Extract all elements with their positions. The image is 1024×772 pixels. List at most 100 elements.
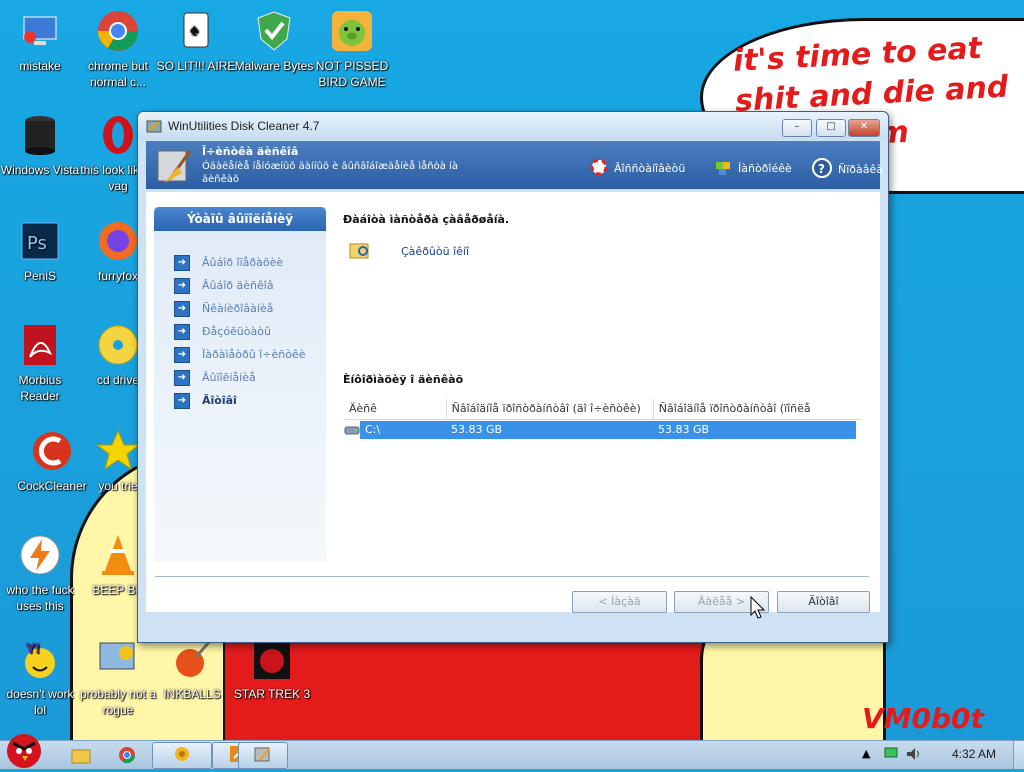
restore-link-label: Âîññòàíîâèòü <box>614 162 686 175</box>
puzzle-icon <box>714 158 732 179</box>
step-results[interactable]: ➜ Ðåçóëüòàòû <box>154 320 326 343</box>
angry-birds-start-icon[interactable] <box>0 729 48 772</box>
traffic-cone-icon <box>95 532 141 578</box>
taskbar-button-disk-cleaner[interactable] <box>238 742 288 769</box>
settings-link-label: Íàñòðîéêè <box>738 162 792 175</box>
desktop-icon-label: STAR TREK 3 <box>233 687 311 701</box>
step-label: Ïàðàìåòðû î÷èñòêè <box>202 348 306 361</box>
desktop-icon-chrome[interactable]: chrome but normal c... <box>78 8 158 90</box>
cell-free-after: 53.83 GB <box>653 421 856 439</box>
disk-cleaner-icon <box>254 745 272 766</box>
desktop-icon-malwarebytes[interactable]: Malware Bytes <box>234 8 314 74</box>
photoshop-icon: Ps <box>17 218 63 264</box>
close-button[interactable]: ✕ <box>848 119 880 137</box>
step-select-operation[interactable]: ➜ Âûáîð îïåðàöèè <box>154 251 326 274</box>
step-execute[interactable]: ➜ Âûïîëíåíèå <box>154 366 326 389</box>
desktop-icon-mistake[interactable]: mistake <box>0 8 80 74</box>
desktop-icon-label: Windows Vista <box>0 163 80 177</box>
yahoo-smiley-icon: Y! <box>17 636 63 682</box>
desktop-icon-yahoo[interactable]: Y! doesn't work lol <box>0 636 80 718</box>
desktop-icon-photoshop[interactable]: Ps PeniS <box>0 218 80 284</box>
step-select-disks[interactable]: ➜ Âûáîð äèñêîâ <box>154 274 326 297</box>
desktop-icon-label: SO LIT!!! AIRE <box>156 59 236 73</box>
taskbar: ▲ 4:32 AM <box>0 734 1024 769</box>
network-icon[interactable] <box>884 747 898 762</box>
desktop-icon-label: Malware Bytes <box>234 59 314 73</box>
step-label: Âûáîð îïåðàöèè <box>202 256 284 269</box>
table-row[interactable]: C:\ 53.83 GB 53.83 GB <box>344 421 861 439</box>
cell-drive: C:\ <box>360 421 446 439</box>
pig-icon <box>329 8 375 54</box>
arrow-right-icon: ➜ <box>174 300 190 317</box>
desktop-icon-label: probably not a rogue <box>79 687 157 717</box>
disk-info-label: Èíôîðìàöèÿ î äèñêàõ <box>343 373 464 386</box>
show-hidden-icons-button[interactable]: ▲ <box>862 747 870 760</box>
trash-bin-icon <box>17 112 63 158</box>
step-scan[interactable]: ➜ Ñêàíèðîâàíèå <box>154 297 326 320</box>
arrow-right-icon: ➜ <box>174 392 190 409</box>
window-title: WinUtilities Disk Cleaner 4.7 <box>168 119 320 133</box>
help-link[interactable]: ? Ñïðàâêà <box>812 158 883 181</box>
desktop-icon-rogue[interactable]: probably not a rogue <box>78 636 158 718</box>
maximize-button[interactable]: □ <box>816 119 846 137</box>
desktop-icon-windows-vista[interactable]: Windows Vista <box>0 112 80 178</box>
step-label: Âûáîð äèñêîâ <box>202 279 274 292</box>
settings-link[interactable]: Íàñòðîéêè <box>714 158 792 179</box>
volume-icon[interactable] <box>906 747 922 764</box>
desktop-icon-label: PeniS <box>23 269 57 283</box>
desktop-icon-who-uses-this[interactable]: who the fuck uses this <box>0 532 80 614</box>
ccleaner-icon <box>29 428 75 474</box>
arrow-right-icon: ➜ <box>174 369 190 386</box>
step-label: Ðåçóëüòàòû <box>202 325 271 338</box>
minimize-button[interactable]: – <box>782 119 812 137</box>
show-desktop-button[interactable] <box>1013 741 1024 769</box>
step-label: Âûïîëíåíèå <box>202 371 256 384</box>
column-header-free-after[interactable]: Ñâîáîäíîå ïðîñòðàíñòâî (ïîñëå î÷èñòêè) <box>654 399 861 435</box>
step-clean-params[interactable]: ➜ Ïàðàìåòðû î÷èñòêè <box>154 343 326 366</box>
finish-button[interactable]: Ãîòîâî <box>777 591 870 613</box>
drive-icon <box>344 422 360 439</box>
desktop-icon-solitaire[interactable]: ♠ SO LIT!!! AIRE <box>156 8 236 74</box>
footer-separator <box>155 576 869 577</box>
disk-cleaner-window: WinUtilities Disk Cleaner 4.7 – □ ✕ Î÷èñ… <box>137 111 889 643</box>
banner-subtitle: Óäàëåíèå íåíóæíûõ äàííûõ è âûñâîáîæäåíèå… <box>202 161 458 185</box>
arrow-right-icon: ➜ <box>174 346 190 363</box>
mouse-cursor-icon <box>750 595 766 623</box>
chrome-icon[interactable] <box>116 744 138 766</box>
banner-title: Î÷èñòêà äèñêîâ <box>202 145 299 158</box>
disk-broom-icon <box>156 145 196 188</box>
title-bar[interactable]: WinUtilities Disk Cleaner 4.7 – □ ✕ <box>138 112 888 140</box>
desktop-icon-label: mistake <box>19 59 61 73</box>
close-window-link[interactable]: Çàêðûòü îêíî <box>349 240 469 263</box>
back-button[interactable]: < Íàçàä <box>572 591 667 613</box>
chrome-icon <box>95 8 141 54</box>
arrow-right-icon: ➜ <box>174 277 190 294</box>
pdf-reader-icon <box>17 322 63 368</box>
desktop-icon-label: NOT PISSED BIRD GAME <box>315 59 389 89</box>
column-header-disk[interactable]: Äèñê <box>344 399 447 419</box>
explorer-icon[interactable] <box>70 744 92 766</box>
desktop-icon-morbius-reader[interactable]: Morbius Reader <box>0 322 80 404</box>
desktop-icon-label: doesn't work lol <box>6 687 74 717</box>
lifebuoy-icon <box>590 158 608 179</box>
desktop-icon-bird-game[interactable]: NOT PISSED BIRD GAME <box>312 8 392 90</box>
restore-link[interactable]: Âîññòàíîâèòü <box>590 158 685 179</box>
taskbar-button-tools[interactable] <box>152 742 212 769</box>
step-label: Ãîòîâî <box>202 394 237 407</box>
svg-text:Ps: Ps <box>27 233 47 254</box>
dialog-content: Ýòàïû âûïîëíåíèÿ ➜ Âûáîð îïåðàöèè ➜ Âûáîð … <box>146 192 880 612</box>
help-link-label: Ñïðàâêà <box>838 163 884 176</box>
desktop-icon-star-trek[interactable]: STAR TREK 3 <box>232 636 312 702</box>
disk-table: Äèñê Ñâîáîäíîå ïðîñòðàíñòâî (äî î÷èñòêè)… <box>344 399 861 439</box>
taskbar-clock[interactable]: 4:32 AM <box>952 747 996 761</box>
folder-search-icon <box>349 240 371 263</box>
shield-icon <box>251 8 297 54</box>
desktop-icon-label: who the fuck uses this <box>6 583 74 613</box>
header-banner: Î÷èñòêà äèñêîâ Óäàëåíèå íåíóæíûõ äàííûõ … <box>146 141 883 189</box>
monitor-icon <box>17 8 63 54</box>
desktop-icon-inkballs[interactable]: INKBALLS <box>152 636 232 702</box>
step-done[interactable]: ➜ Ãîòîâî <box>154 389 326 412</box>
steps-panel: Ýòàïû âûïîëíåíèÿ ➜ Âûáîð îïåðàöèè ➜ Âûáîð … <box>154 207 326 562</box>
cell-free-before: 53.83 GB <box>446 421 653 439</box>
column-header-free-before[interactable]: Ñâîáîäíîå ïðîñòðàíñòâî (äî î÷èñòêè) <box>447 399 654 419</box>
